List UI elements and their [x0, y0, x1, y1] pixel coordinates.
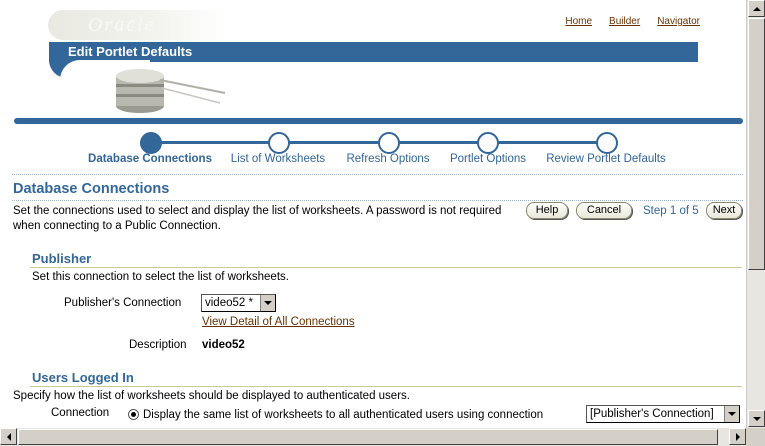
train-label-portlet-options[interactable]: Portlet Options: [450, 153, 526, 165]
connection-label: Connection: [51, 407, 110, 419]
description-label: Description: [129, 339, 187, 351]
publishers-connection-value: video52 *: [205, 297, 253, 309]
next-button[interactable]: Next: [706, 202, 742, 219]
train-stop-database-connections[interactable]: [140, 132, 162, 154]
help-button[interactable]: Help: [526, 202, 568, 219]
vertical-scroll-thumb[interactable]: [748, 18, 765, 270]
section-title-divider: [12, 200, 743, 201]
scroll-left-button[interactable]: [0, 428, 17, 445]
scroll-right-button[interactable]: [729, 428, 746, 445]
users-connection-value: [Publisher's Connection]: [590, 408, 714, 420]
step-indicator: Step 1 of 5: [643, 205, 699, 217]
section-instructions: Set the connections used to select and d…: [13, 205, 502, 232]
vertical-scrollbar[interactable]: [746, 0, 765, 428]
train-stop-portlet-options[interactable]: [477, 132, 499, 154]
train-stop-refresh-options[interactable]: [378, 132, 400, 154]
global-links: Home Builder Navigator: [565, 16, 700, 27]
chevron-down-icon: [724, 406, 739, 422]
cancel-button[interactable]: Cancel: [576, 202, 632, 219]
scroll-up-button[interactable]: [748, 0, 765, 17]
publisher-heading-rule: [30, 267, 742, 268]
horizontal-scrollbar[interactable]: [0, 428, 746, 446]
publishers-connection-label: Publisher's Connection: [64, 297, 182, 309]
train-stop-review-portlet-defaults[interactable]: [596, 132, 618, 154]
arrow-right-icon: [735, 432, 740, 441]
publisher-heading: Publisher: [32, 251, 92, 266]
navigator-link[interactable]: Navigator: [657, 16, 700, 27]
train-stop-list-of-worksheets[interactable]: [268, 132, 290, 154]
arrow-down-icon: [752, 416, 761, 421]
publishers-connection-select[interactable]: video52 *: [201, 294, 276, 312]
same-list-radio-label: Display the same list of worksheets to a…: [143, 409, 544, 421]
users-connection-select[interactable]: [Publisher's Connection]: [586, 405, 740, 423]
train-label-list-of-worksheets[interactable]: List of Worksheets: [231, 153, 325, 165]
train-divider: [12, 174, 743, 175]
arrow-left-icon: [6, 432, 11, 441]
section-title: Database Connections: [13, 181, 170, 197]
builder-link[interactable]: Builder: [609, 16, 640, 27]
page-title: Edit Portlet Defaults: [68, 44, 193, 59]
browser-viewport: Oracle Home Builder Navigator Edit Portl…: [0, 0, 746, 428]
home-link[interactable]: Home: [565, 16, 592, 27]
view-connections-link[interactable]: View Detail of All Connections: [202, 316, 355, 328]
same-list-radio[interactable]: [128, 409, 139, 420]
oracle-logo: Oracle: [48, 10, 228, 40]
users-logged-in-heading: Users Logged In: [32, 370, 134, 385]
scroll-down-button[interactable]: [748, 410, 765, 427]
logo-text: Oracle: [88, 14, 156, 36]
train-label-review-portlet-defaults[interactable]: Review Portlet Defaults: [546, 153, 666, 165]
publisher-description: Set this connection to select the list o…: [32, 271, 289, 283]
header-rule: [14, 118, 743, 124]
chevron-down-icon: [260, 295, 275, 311]
train-label-refresh-options[interactable]: Refresh Options: [346, 153, 429, 165]
arrow-up-icon: [752, 6, 761, 11]
database-icon: [116, 69, 226, 113]
train-label-database-connections[interactable]: Database Connections: [88, 153, 212, 165]
users-description: Specify how the list of worksheets shoul…: [13, 390, 410, 402]
horizontal-scroll-thumb[interactable]: [18, 429, 718, 445]
scrollbar-corner: [746, 428, 765, 446]
users-heading-rule: [30, 386, 742, 387]
description-value: video52: [202, 339, 245, 351]
